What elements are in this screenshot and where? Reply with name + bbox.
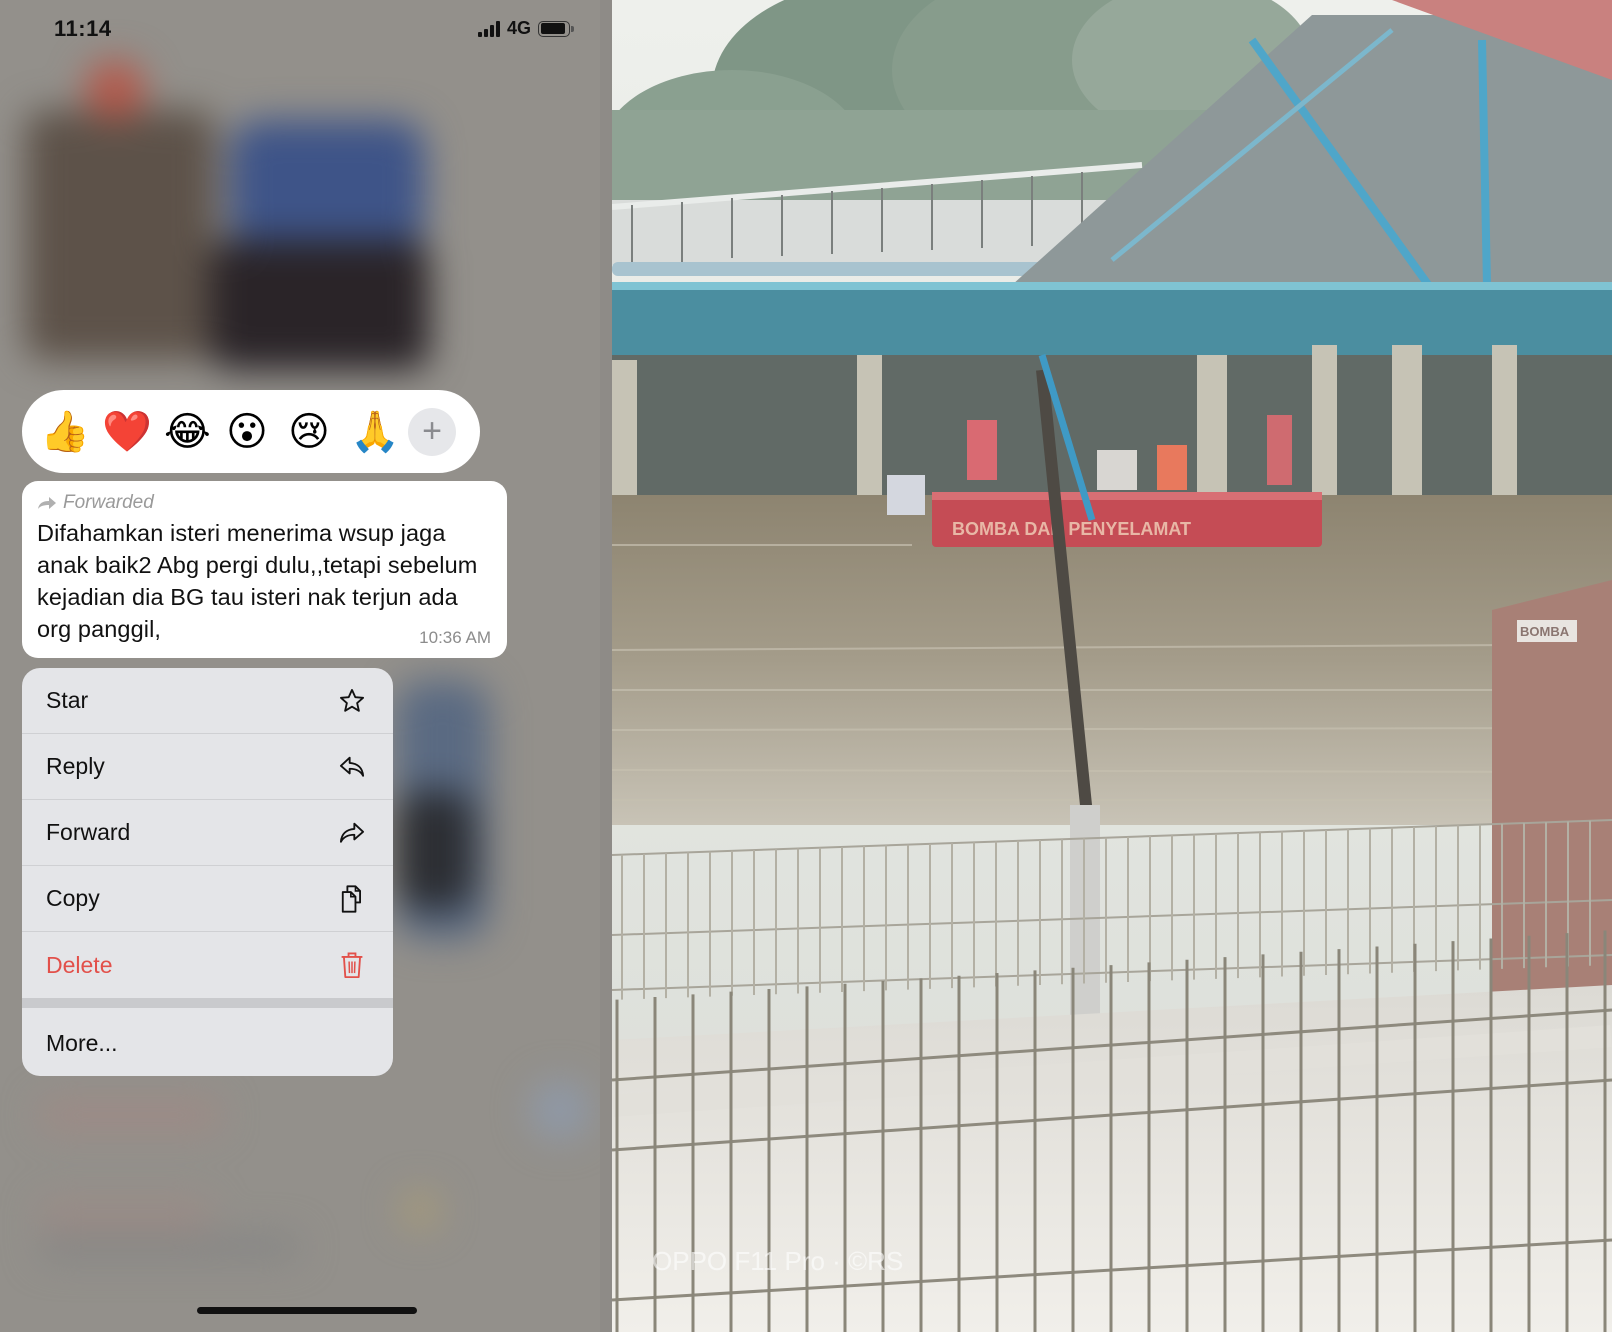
- menu-item-copy[interactable]: Copy: [22, 866, 393, 932]
- copy-icon: [337, 884, 367, 914]
- firefighter: BOMBA: [1492, 580, 1612, 1040]
- reaction-red-heart[interactable]: ❤️: [102, 412, 152, 452]
- blue-beam: [612, 285, 1612, 355]
- menu-item-label: Delete: [46, 951, 113, 978]
- forward-icon: [337, 818, 367, 848]
- photo-illustration: BOMBA DAN PENYELAMAT BOMBA OPPO F11 Pro …: [612, 0, 1612, 1332]
- menu-item-reply[interactable]: Reply: [22, 734, 393, 800]
- menu-item-label: Star: [46, 687, 89, 713]
- message-context-menu: Star Reply Forward Copy Delete More...: [22, 668, 393, 1076]
- message-text: Difahamkan isteri menerima wsup jaga ana…: [37, 520, 478, 642]
- menu-item-label: Reply: [46, 753, 105, 779]
- reaction-open-mouth[interactable]: 😮: [226, 412, 268, 452]
- menu-separator: [22, 998, 393, 1008]
- battery-level-fill: [540, 23, 565, 34]
- menu-item-forward[interactable]: Forward: [22, 800, 393, 866]
- menu-item-label: Copy: [46, 885, 100, 911]
- home-indicator[interactable]: [197, 1307, 417, 1314]
- reaction-thumbs-up[interactable]: 👍: [40, 412, 90, 452]
- star-icon: [337, 686, 367, 716]
- status-indicators: 4G: [477, 18, 574, 39]
- reaction-folded-hands[interactable]: 🙏: [350, 412, 400, 452]
- message-bubble[interactable]: Forwarded Difahamkan isteri menerima wsu…: [22, 481, 507, 658]
- forwarded-label: Forwarded: [63, 492, 154, 513]
- status-time: 11:14: [54, 16, 112, 41]
- battery-icon: [538, 20, 574, 37]
- phone-screenshot: 11:14 4G 👍 ❤️ 😂 😮 😢 🙏 + Forwarded Difaha…: [0, 0, 600, 1332]
- uniform-text: BOMBA: [1520, 624, 1570, 639]
- network-type: 4G: [506, 18, 531, 38]
- trash-icon: [337, 950, 367, 980]
- menu-item-delete[interactable]: Delete: [22, 932, 393, 998]
- message-timestamp: 10:36 AM: [419, 628, 491, 647]
- reaction-tears-of-joy[interactable]: 😂: [164, 412, 211, 452]
- reply-icon: [337, 752, 367, 782]
- plus-icon: +: [422, 412, 442, 450]
- boat-text: BOMBA DAN PENYELAMAT: [952, 519, 1191, 539]
- panel-divider: [600, 0, 612, 1332]
- cellular-signal-icon: [477, 20, 500, 37]
- menu-item-label: More...: [46, 1029, 118, 1056]
- more-reactions-button[interactable]: +: [408, 407, 456, 456]
- camera-watermark: OPPO F11 Pro · ©RS: [652, 1246, 903, 1276]
- forwarded-arrow-icon: [38, 497, 56, 509]
- rescue-scene-photo: BOMBA DAN PENYELAMAT BOMBA OPPO F11 Pro …: [612, 0, 1612, 1332]
- menu-item-label: Forward: [46, 819, 131, 845]
- reaction-bar: 👍 ❤️ 😂 😮 😢 🙏 +: [22, 390, 480, 473]
- menu-item-star[interactable]: Star: [22, 668, 393, 734]
- menu-item-more[interactable]: More...: [22, 1008, 393, 1076]
- blurred-chat-background: [0, 0, 600, 1332]
- status-bar: 11:14 4G: [0, 0, 600, 60]
- reaction-crying-face[interactable]: 😢: [288, 412, 330, 452]
- forwarded-indicator: Forwarded: [37, 491, 493, 515]
